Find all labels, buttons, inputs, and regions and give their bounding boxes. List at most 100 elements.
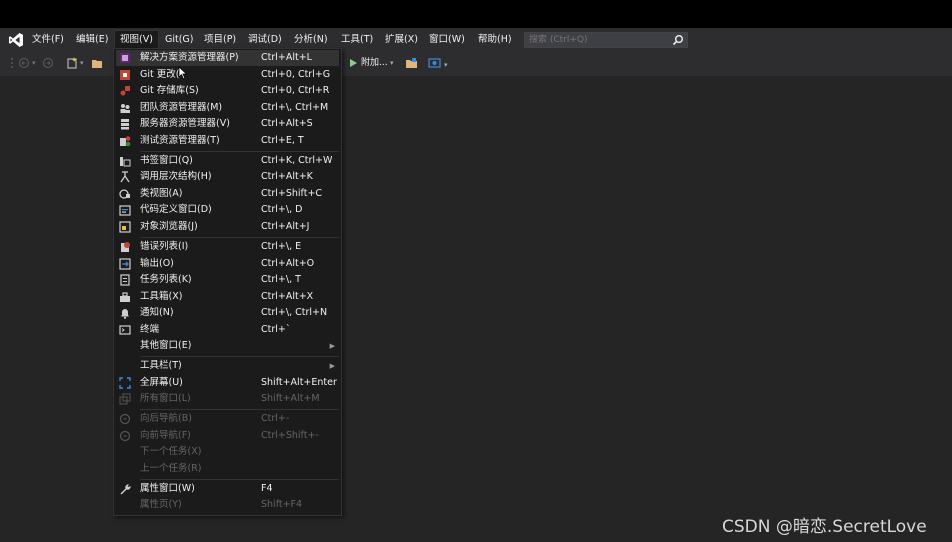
- menu-item-label: Git 更改(: [140, 69, 180, 80]
- search-box[interactable]: [524, 32, 688, 48]
- properties-wrench-icon: [120, 484, 131, 495]
- menu-item-shortcut: Ctrl+0, Ctrl+R: [261, 85, 330, 96]
- open-folder-icon[interactable]: [91, 56, 103, 70]
- open-file-folder-icon[interactable]: [405, 56, 418, 70]
- start-debug-play-icon[interactable]: [348, 56, 358, 70]
- menu-item-shortcut: Ctrl+\, Ctrl+M: [261, 102, 329, 113]
- menu-window[interactable]: 窗口(W): [424, 31, 470, 49]
- menu-extensions[interactable]: 扩展(X): [380, 31, 423, 49]
- mouse-cursor-icon: [178, 66, 188, 80]
- attach-dropdown-icon[interactable]: ▾: [390, 56, 394, 70]
- submenu-arrow-icon: ▶: [329, 362, 335, 370]
- new-project-dropdown-icon[interactable]: ▾: [80, 56, 84, 70]
- bookmark-icon: [120, 157, 131, 167]
- menu-item-label: 其他窗口(E): [140, 340, 192, 351]
- menu-item-shortcut: Ctrl+\, D: [261, 204, 303, 215]
- menu-item-shortcut: Shift+Alt+M: [261, 393, 320, 404]
- view-menu-item-object-browser[interactable]: 对象浏览器(J) Ctrl+Alt+J: [116, 219, 339, 235]
- menu-item-shortcut: Ctrl+Alt+X: [261, 291, 314, 302]
- view-menu-item-terminal[interactable]: 终端 Ctrl+`: [116, 322, 339, 338]
- screenshot-capture-icon[interactable]: [428, 56, 441, 70]
- menu-project[interactable]: 项目(P): [199, 31, 241, 49]
- view-menu-item-error-list[interactable]: 错误列表(I) Ctrl+\, E: [116, 239, 339, 255]
- menu-item-shortcut: Ctrl+Shift+-: [261, 430, 319, 441]
- git-changes-icon: [120, 70, 130, 80]
- view-menu-item-notifications[interactable]: 通知(N) Ctrl+\, Ctrl+N: [116, 305, 339, 321]
- git-repository-icon: [120, 86, 130, 96]
- view-menu-item-class-view[interactable]: 类视图(A) Ctrl+Shift+C: [116, 186, 339, 202]
- navigate-back-icon: [119, 413, 131, 425]
- menu-item-label: 所有窗口(L): [140, 393, 191, 404]
- class-view-icon: [119, 189, 130, 199]
- view-menu-item-server-explorer[interactable]: 服务器资源管理器(V) Ctrl+Alt+S: [116, 116, 339, 132]
- forward-navigation-icon[interactable]: [42, 56, 54, 70]
- menu-item-shortcut: Ctrl+Shift+C: [261, 188, 323, 199]
- output-icon: [119, 258, 131, 270]
- view-menu-item-toolbars[interactable]: 工具栏(T) ▶: [116, 358, 339, 374]
- view-menu-item-solution-explorer[interactable]: 解决方案资源管理器(P) Ctrl+Alt+L: [116, 50, 339, 66]
- menu-item-shortcut: Ctrl+\, Ctrl+N: [261, 307, 328, 318]
- menu-item-label: 测试资源管理器(T): [140, 135, 220, 146]
- menu-item-label: 工具箱(X): [140, 291, 183, 302]
- menu-tools[interactable]: 工具(T): [336, 31, 378, 49]
- menu-item-label: 解决方案资源管理器(P): [140, 52, 239, 63]
- menu-help[interactable]: 帮助(H): [473, 31, 517, 49]
- new-project-icon[interactable]: [66, 56, 78, 70]
- menu-item-label: 团队资源管理器(M): [140, 102, 223, 113]
- terminal-icon: [119, 325, 131, 335]
- attach-button[interactable]: 附加...: [361, 55, 388, 71]
- menu-separator: [140, 356, 339, 357]
- back-navigation-icon[interactable]: [18, 56, 30, 70]
- toolbar-overflow-icon[interactable]: ▾: [444, 58, 448, 72]
- view-menu-item-full-screen[interactable]: 全屏幕(U) Shift+Alt+Enter: [116, 375, 339, 391]
- code-definition-icon: [119, 205, 131, 216]
- menu-item-label: 终端: [140, 324, 160, 335]
- navigate-forward-icon: [119, 430, 131, 442]
- back-dropdown-icon[interactable]: ▾: [32, 56, 36, 70]
- view-menu-item-code-definition[interactable]: 代码定义窗口(D) Ctrl+\, D: [116, 202, 339, 218]
- view-menu-item-other-windows[interactable]: 其他窗口(E) ▶: [116, 338, 339, 354]
- menu-item-label: 通知(N): [140, 307, 174, 318]
- view-menu-item-task-list[interactable]: 任务列表(K) Ctrl+\, T: [116, 272, 339, 288]
- search-input[interactable]: [527, 33, 671, 47]
- menu-item-shortcut: Ctrl+Alt+S: [261, 118, 313, 129]
- title-bar: [0, 0, 952, 28]
- menu-item-label: 属性窗口(W): [140, 483, 195, 494]
- menu-edit[interactable]: 编辑(E): [71, 31, 113, 49]
- view-menu-item-team-explorer[interactable]: 团队资源管理器(M) Ctrl+\, Ctrl+M: [116, 100, 339, 116]
- menu-item-label: Git 存储库(S): [140, 85, 199, 96]
- view-menu-item-git-changes[interactable]: Git 更改( Ctrl+0, Ctrl+G: [116, 67, 339, 83]
- fullscreen-icon: [119, 377, 131, 389]
- view-menu-item-test-explorer[interactable]: 测试资源管理器(T) Ctrl+E, T: [116, 133, 339, 149]
- view-menu-item-git-repository[interactable]: Git 存储库(S) Ctrl+0, Ctrl+R: [116, 83, 339, 99]
- menu-item-label: 上一个任务(R): [140, 463, 202, 474]
- menu-item-label: 属性页(Y): [140, 499, 182, 510]
- visual-studio-logo-icon: [9, 33, 23, 47]
- menu-item-label: 类视图(A): [140, 188, 183, 199]
- menu-item-label: 书签窗口(Q): [140, 155, 193, 166]
- view-menu-item-call-hierarchy[interactable]: 调用层次结构(H) Ctrl+Alt+K: [116, 169, 339, 185]
- server-explorer-icon: [121, 119, 129, 130]
- view-menu-item-property-pages: 属性页(Y) Shift+F4: [116, 497, 339, 513]
- menu-debug[interactable]: 调试(D): [243, 31, 287, 49]
- menu-analyze[interactable]: 分析(N): [289, 31, 333, 49]
- menu-item-shortcut: Shift+F4: [261, 499, 303, 510]
- view-menu-item-output[interactable]: 输出(O) Ctrl+Alt+O: [116, 256, 339, 272]
- call-hierarchy-icon: [120, 171, 130, 183]
- solution-explorer-icon: [120, 53, 130, 63]
- menu-item-label: 代码定义窗口(D): [140, 204, 212, 215]
- menu-item-shortcut: Ctrl+K, Ctrl+W: [261, 155, 333, 166]
- view-menu-item-bookmarks[interactable]: 书签窗口(Q) Ctrl+K, Ctrl+W: [116, 153, 339, 169]
- search-icon[interactable]: [672, 34, 684, 46]
- menu-git[interactable]: Git(G): [160, 31, 199, 49]
- notification-bell-icon: [121, 309, 129, 319]
- menu-file[interactable]: 文件(F): [27, 31, 69, 49]
- view-menu-item-toolbox[interactable]: 工具箱(X) Ctrl+Alt+X: [116, 289, 339, 305]
- menu-view[interactable]: 视图(V): [114, 30, 159, 49]
- menu-item-shortcut: Ctrl+Alt+O: [261, 258, 315, 269]
- menu-item-shortcut: Ctrl+-: [261, 413, 290, 424]
- all-windows-icon: [119, 393, 131, 405]
- menu-item-shortcut: Shift+Alt+Enter: [261, 377, 337, 388]
- menu-item-shortcut: F4: [261, 483, 273, 494]
- view-menu-item-properties-window[interactable]: 属性窗口(W) F4: [116, 481, 339, 497]
